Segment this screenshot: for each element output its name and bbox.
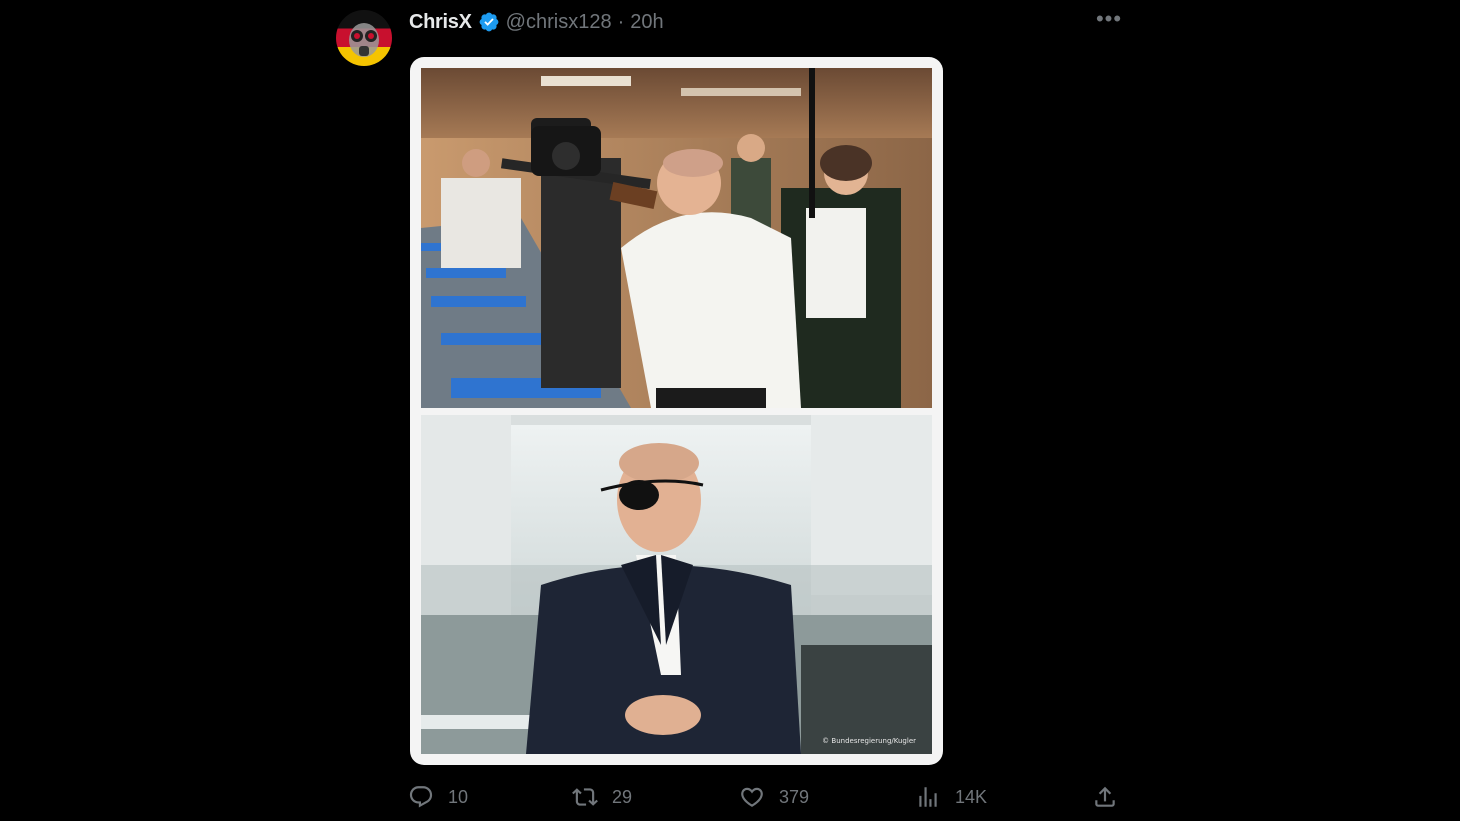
views-count: 14K <box>955 786 988 807</box>
author-handle[interactable]: @chrisx128 <box>506 11 612 34</box>
tweet-media-card[interactable]: © Bundesregierung/Kugler <box>410 57 943 765</box>
shooting-range-illustration <box>421 68 932 408</box>
more-options-ellipsis-icon[interactable]: ••• <box>1094 8 1124 36</box>
share-upload-icon <box>1095 786 1115 807</box>
avatar[interactable] <box>336 10 392 66</box>
like-count: 379 <box>779 786 810 807</box>
tweet[interactable]: ChrisX @chrisx128 · 20h ••• © Bundesregi… <box>0 0 1460 821</box>
like-button[interactable]: 379 <box>739 782 809 812</box>
retweet-icon <box>572 788 598 806</box>
portrait-illustration <box>421 415 932 754</box>
author-display-name[interactable]: ChrisX <box>409 11 472 34</box>
separator-dot: · <box>617 10 625 33</box>
tweet-action-bar: 10 29 379 14K <box>408 782 1120 812</box>
photo-portrait[interactable]: © Bundesregierung/Kugler <box>421 415 932 754</box>
tweet-header: ChrisX @chrisx128 · 20h <box>409 9 664 35</box>
heart-icon <box>741 787 763 807</box>
gas-mask-icon <box>349 23 379 57</box>
views-bar-chart-icon <box>919 787 937 807</box>
reply-icon <box>409 786 433 808</box>
tweet-timestamp[interactable]: 20h <box>630 11 663 34</box>
views-button[interactable]: 14K <box>915 782 987 812</box>
photo-shooting-range[interactable] <box>421 68 932 408</box>
verified-badge-icon <box>478 11 500 33</box>
retweet-button[interactable]: 29 <box>572 782 632 812</box>
retweet-count: 29 <box>612 786 633 807</box>
share-button[interactable] <box>1092 782 1118 812</box>
photo-credit: © Bundesregierung/Kugler <box>822 737 916 745</box>
reply-button[interactable]: 10 <box>408 782 468 812</box>
reply-count: 10 <box>448 786 469 807</box>
